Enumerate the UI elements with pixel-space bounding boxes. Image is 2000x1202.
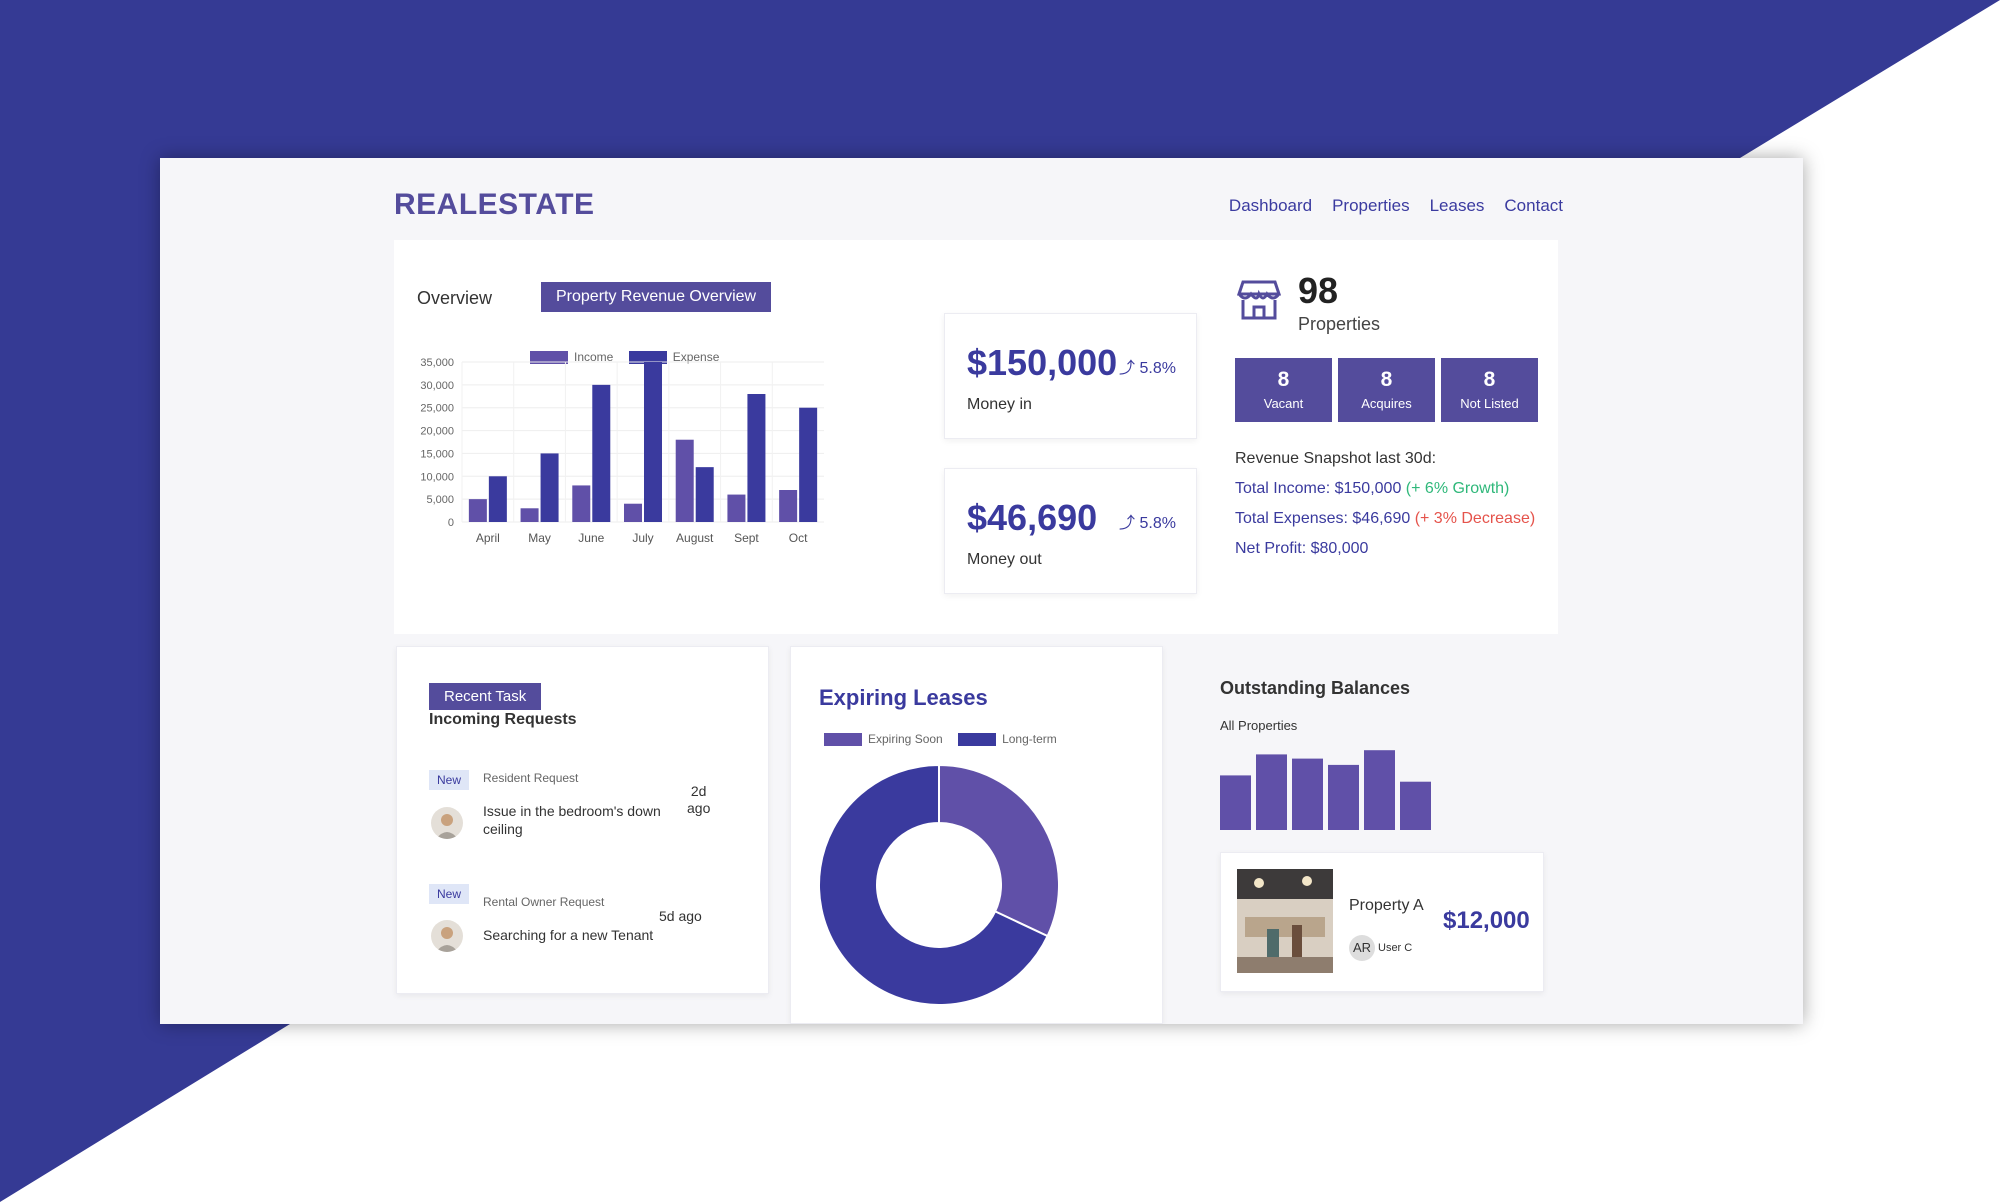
- avatar: [431, 920, 463, 952]
- request-type: Resident Request: [483, 771, 579, 785]
- x-tick-label: August: [676, 531, 714, 545]
- recent-tasks-panel: Recent Task Incoming Requests New Reside…: [396, 646, 769, 994]
- brand-logo[interactable]: REALESTATE: [394, 188, 595, 222]
- top-nav: Dashboard Properties Leases Contact: [1229, 196, 1563, 216]
- outstanding-balances-chart: [1220, 750, 1431, 830]
- request-time: 2d ago: [687, 783, 711, 816]
- snapshot-expenses: Total Expenses: $46,690 (+ 3% Decrease): [1235, 510, 1536, 527]
- avatar: AR: [1349, 935, 1375, 961]
- overview-label: Overview: [417, 288, 493, 308]
- y-tick-label: 35,000: [420, 358, 454, 369]
- y-tick-label: 25,000: [420, 403, 454, 415]
- stat-acquires[interactable]: 8 Acquires: [1338, 358, 1435, 422]
- y-tick-label: 0: [448, 517, 454, 529]
- balance-bar[interactable]: [1364, 750, 1395, 830]
- money-in-value: $150,000: [967, 342, 1118, 383]
- bar-expense-june[interactable]: [592, 384, 611, 522]
- bar-income-oct[interactable]: [779, 490, 798, 522]
- money-out-card: $46,690 ⤴ 5.8% Money out: [944, 468, 1197, 594]
- x-tick-label: April: [476, 531, 500, 545]
- bar-income-may[interactable]: [520, 508, 539, 522]
- outstanding-balances-title: Outstanding Balances: [1220, 678, 1411, 698]
- incoming-requests-title: Incoming Requests: [429, 711, 577, 728]
- money-out-label: Money out: [967, 551, 1042, 568]
- y-tick-label: 10,000: [420, 471, 454, 483]
- snapshot-income: Total Income: $150,000 (+ 6% Growth): [1235, 480, 1510, 497]
- bar-expense-july[interactable]: [644, 362, 662, 522]
- bar-expense-sept[interactable]: [747, 394, 766, 522]
- balance-bar[interactable]: [1292, 758, 1323, 830]
- store-icon: [1237, 280, 1281, 320]
- balance-bar[interactable]: [1256, 754, 1287, 830]
- nav-dashboard[interactable]: Dashboard: [1229, 196, 1312, 216]
- bar-income-july[interactable]: [624, 503, 642, 522]
- bar-expense-august[interactable]: [695, 467, 714, 522]
- trend-up-icon: ⤴: [1119, 360, 1136, 377]
- app-window: REALESTATE Dashboard Properties Leases C…: [160, 158, 1803, 1024]
- x-tick-label: Sept: [734, 531, 759, 545]
- x-tick-label: May: [528, 531, 551, 545]
- x-tick-label: June: [578, 531, 604, 545]
- stat-not-listed[interactable]: 8 Not Listed: [1441, 358, 1538, 422]
- all-properties-label: All Properties: [1220, 718, 1298, 733]
- legend-long-term: Long-term: [958, 732, 1057, 747]
- overview-panel: Overview Property Revenue Overview Incom…: [394, 240, 1558, 634]
- nav-leases[interactable]: Leases: [1430, 196, 1485, 216]
- expiring-leases-donut: [818, 763, 1060, 1006]
- bar-expense-oct[interactable]: [799, 407, 818, 522]
- tab-property-revenue[interactable]: Property Revenue Overview: [541, 282, 772, 312]
- money-out-value: $46,690: [967, 497, 1098, 538]
- balance-bar[interactable]: [1220, 775, 1251, 830]
- bar-income-june[interactable]: [572, 485, 591, 522]
- property-card[interactable]: Property A AR User C $12,000: [1220, 852, 1544, 992]
- status-badge: New: [429, 770, 470, 790]
- property-user: AR User C: [1349, 935, 1412, 961]
- properties-label: Properties: [1298, 314, 1381, 334]
- money-in-trend: ⤴ 5.8%: [1119, 360, 1176, 377]
- y-tick-label: 15,000: [420, 448, 454, 460]
- legend-expiring-soon: Expiring Soon: [824, 732, 943, 747]
- request-type: Rental Owner Request: [483, 895, 605, 909]
- bar-income-april[interactable]: [468, 499, 487, 522]
- bar-income-august[interactable]: [675, 439, 694, 522]
- status-badge: New: [429, 884, 470, 904]
- snapshot-net-profit: Net Profit: $80,000: [1235, 540, 1369, 557]
- tab-recent-task[interactable]: Recent Task: [429, 683, 542, 710]
- stat-vacant[interactable]: 8 Vacant: [1235, 358, 1332, 422]
- bar-expense-april[interactable]: [488, 476, 507, 522]
- trend-up-icon: ⤴: [1119, 515, 1136, 532]
- leases-legend: Expiring Soon Long-term: [824, 732, 1069, 747]
- nav-contact[interactable]: Contact: [1504, 196, 1563, 216]
- y-tick-label: 5,000: [426, 494, 454, 506]
- properties-count: 98: [1298, 270, 1339, 311]
- property-photo: [1237, 869, 1333, 973]
- nav-properties[interactable]: Properties: [1332, 196, 1409, 216]
- request-time: 5d ago: [659, 908, 702, 924]
- avatar: [431, 807, 463, 839]
- x-tick-label: Oct: [789, 531, 808, 545]
- money-out-trend: ⤴ 5.8%: [1119, 515, 1176, 532]
- bar-expense-may[interactable]: [540, 453, 559, 522]
- bar-income-sept[interactable]: [727, 494, 746, 522]
- expiring-leases-title: Expiring Leases: [819, 685, 988, 710]
- x-tick-label: July: [632, 531, 653, 545]
- revenue-bar-chart: 35,000 30,000 25,000 20,000 15,000 10,000 5,00…: [420, 358, 824, 545]
- request-text[interactable]: Searching for a new Tenant: [483, 926, 663, 944]
- money-in-card: $150,000 ⤴ 5.8% Money in: [944, 313, 1197, 439]
- donut-slice-expiring-soon[interactable]: [938, 763, 1060, 938]
- balance-bar[interactable]: [1400, 781, 1431, 830]
- snapshot-title: Revenue Snapshot last 30d:: [1235, 450, 1437, 467]
- y-tick-label: 20,000: [420, 426, 454, 438]
- balance-bar[interactable]: [1328, 764, 1359, 830]
- request-text[interactable]: Issue in the bedroom's down ceiling: [483, 802, 663, 838]
- expiring-leases-panel: Expiring Leases Expiring Soon Long-term: [790, 646, 1163, 1024]
- property-name: Property A: [1349, 897, 1424, 914]
- property-amount: $12,000: [1443, 907, 1530, 934]
- y-tick-label: 30,000: [420, 380, 454, 392]
- money-in-label: Money in: [967, 396, 1032, 413]
